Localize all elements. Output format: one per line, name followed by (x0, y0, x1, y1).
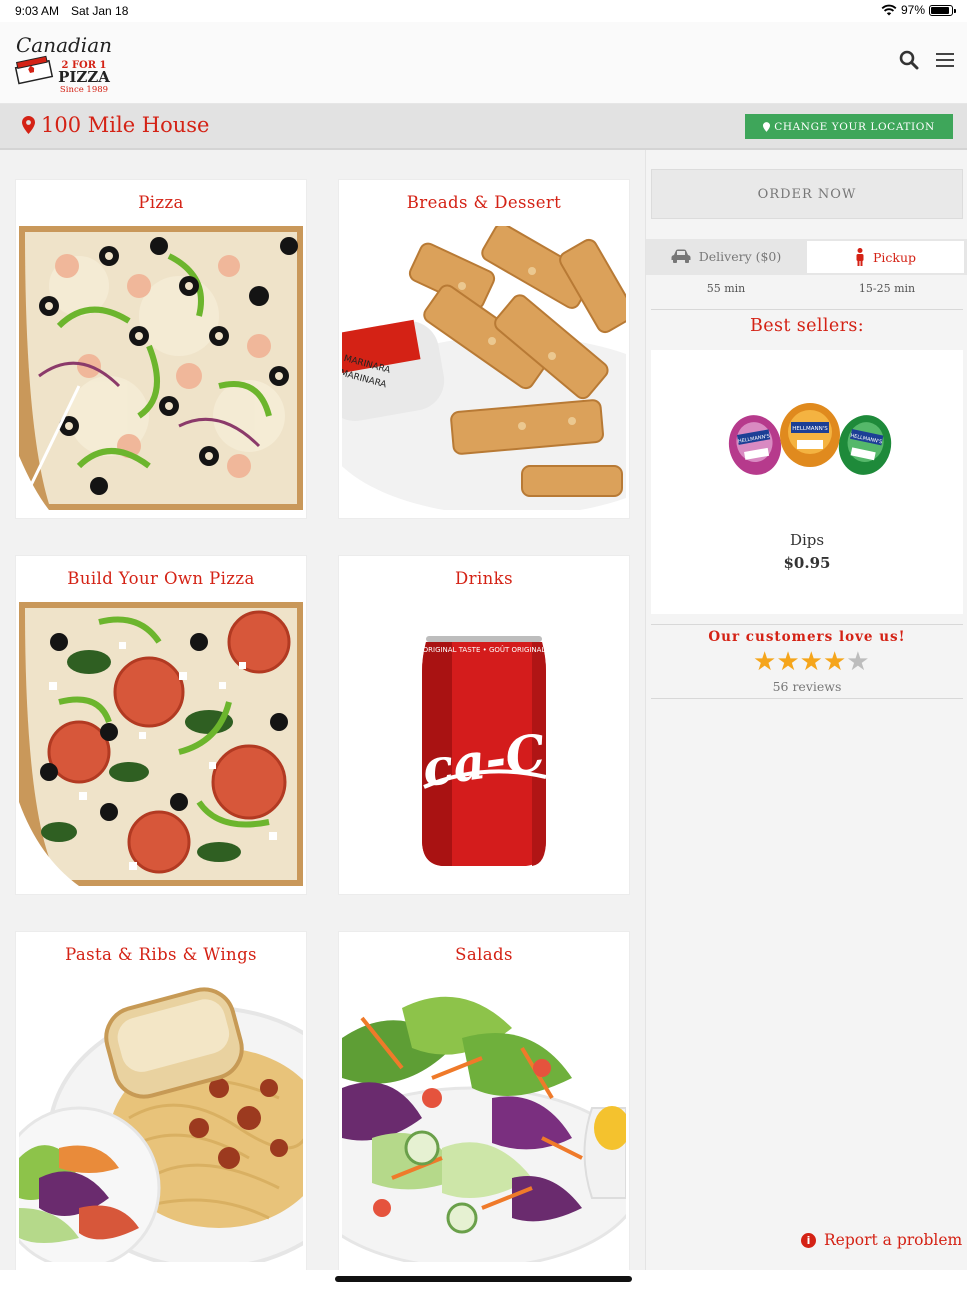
status-time: 9:03 AM (15, 4, 60, 18)
report-label: Report a problem (824, 1231, 963, 1249)
customers-love-title: Our customers love us! (708, 629, 906, 645)
car-icon (671, 249, 691, 263)
category-card-breads-dessert[interactable]: Breads & Dessert MARINARA MARINARA (338, 179, 630, 519)
category-card-pasta-ribs-wings[interactable]: Pasta & Ribs & Wings (15, 931, 307, 1271)
delivery-time: 55 min (706, 282, 746, 295)
category-card-salads[interactable]: Salads (338, 931, 630, 1271)
svg-text:HELLMANN'S: HELLMANN'S (792, 426, 828, 432)
category-card-build-your-own-pizza[interactable]: Build Your Own Pizza (15, 555, 307, 895)
home-indicator[interactable] (335, 1276, 632, 1282)
divider (651, 624, 963, 625)
svg-text:PIZZA: PIZZA (58, 68, 110, 86)
search-icon[interactable] (899, 50, 919, 70)
coca-cola-can-image: ORIGINAL TASTE • GOÛT ORIGINAL Coca-Cola (342, 602, 626, 886)
category-title: Salads (455, 945, 513, 964)
divider (651, 698, 963, 699)
tab-pickup[interactable]: Pickup (807, 241, 964, 273)
pasta-image (19, 978, 303, 1262)
status-date: Sat Jan 18 (71, 4, 129, 18)
product-name: Dips (789, 531, 825, 549)
status-right: 97% (881, 3, 956, 17)
battery-icon (929, 4, 956, 16)
person-icon (856, 248, 864, 266)
category-card-pizza[interactable]: Pizza (15, 179, 307, 519)
menu-icon[interactable] (935, 51, 955, 69)
breadsticks-image: MARINARA MARINARA (342, 226, 626, 510)
category-title: Breads & Dessert (406, 193, 562, 212)
location-display: 100 Mile House (22, 113, 209, 137)
build-your-own-pizza-image (19, 602, 303, 886)
product-price: $0.95 (783, 554, 831, 572)
battery-percent: 97% (900, 3, 925, 17)
svg-text:Since 1989: Since 1989 (60, 85, 108, 95)
location-bar: 100 Mile House CHANGE YOUR LOCATION (0, 104, 967, 150)
category-title: Build Your Own Pizza (67, 569, 255, 588)
best-sellers-title: Best sellers: (749, 316, 865, 336)
category-grid: Pizza Breads & Dessert MARINARA MARINARA… (0, 150, 645, 1271)
location-name: 100 Mile House (41, 113, 210, 137)
pizza-image (19, 226, 303, 510)
star-filled-icon: ★ (822, 647, 847, 677)
change-location-label: CHANGE YOUR LOCATION (774, 120, 935, 133)
svg-text:ORIGINAL TASTE • GOÛT ORIGINAL: ORIGINAL TASTE • GOÛT ORIGINAL (423, 645, 546, 654)
map-pin-icon (22, 116, 35, 134)
star-filled-icon: ★ (799, 647, 823, 677)
rating-stars: ★ ★ ★ ★ ★ (753, 648, 870, 676)
star-empty-icon: ★ (846, 647, 870, 677)
delivery-label: Delivery ($0) (698, 248, 782, 264)
category-title: Pizza (138, 193, 184, 212)
order-now-button[interactable]: ORDER NOW (651, 169, 963, 219)
canadian-pizza-logo[interactable]: Canadian 2 FOR 1 PIZZA Since 1989 (12, 30, 112, 96)
info-icon: i (801, 1232, 816, 1248)
dips-image: HELLMANN'S HELLMANN'S HELLMANN'S (725, 370, 895, 500)
map-pin-icon (763, 121, 771, 132)
star-filled-icon: ★ (753, 647, 777, 677)
best-seller-product[interactable]: HELLMANN'S HELLMANN'S HELLMANN'S Dips $0… (651, 350, 963, 614)
reviews-count[interactable]: 56 reviews (646, 679, 967, 694)
tab-delivery[interactable]: Delivery ($0) (646, 239, 806, 273)
category-title: Pasta & Ribs & Wings (65, 945, 257, 964)
star-filled-icon: ★ (776, 647, 800, 677)
pickup-time: 15-25 min (858, 282, 916, 295)
category-title: Drinks (455, 569, 513, 588)
salad-image (342, 978, 626, 1262)
pickup-label: Pickup (872, 249, 917, 265)
svg-text:Canadian: Canadian (16, 33, 112, 57)
change-location-button[interactable]: CHANGE YOUR LOCATION (745, 114, 953, 139)
wifi-icon (881, 4, 897, 16)
order-sidebar: ORDER NOW Delivery ($0) Pickup 55 min 15… (645, 150, 967, 1270)
status-bar: 9:03 AM Sat Jan 18 97% (0, 0, 967, 22)
report-problem-link[interactable]: i Report a problem (801, 1231, 962, 1249)
divider (651, 309, 963, 310)
app-header: Canadian 2 FOR 1 PIZZA Since 1989 (0, 22, 967, 104)
order-type-tabs: Delivery ($0) Pickup (646, 239, 967, 275)
category-card-drinks[interactable]: Drinks ORIGINAL TASTE • GOÛT ORIGINAL Co… (338, 555, 630, 895)
